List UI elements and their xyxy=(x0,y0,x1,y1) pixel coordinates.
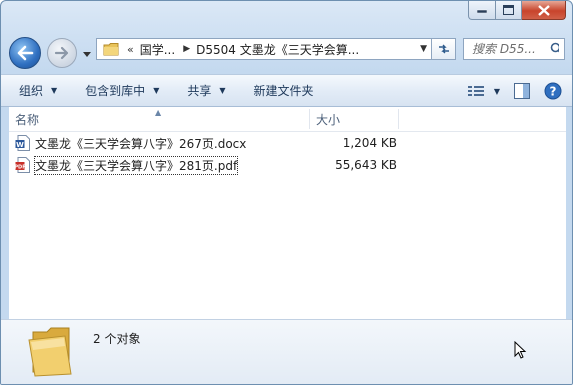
breadcrumb-separator-icon[interactable]: ▶ xyxy=(183,44,190,54)
chevron-down-icon: ▼ xyxy=(51,86,58,95)
svg-text:?: ? xyxy=(550,85,557,99)
share-menu[interactable]: 共享 ▼ xyxy=(181,79,231,103)
new-folder-label: 新建文件夹 xyxy=(253,84,314,98)
breadcrumb-parent[interactable]: 国学... xyxy=(140,41,175,58)
column-divider[interactable] xyxy=(398,109,399,129)
magnifier-icon[interactable] xyxy=(550,42,559,56)
include-in-library-label: 包含到库中 xyxy=(85,84,146,98)
new-folder-button[interactable]: 新建文件夹 xyxy=(248,79,320,103)
share-label: 共享 xyxy=(187,84,212,98)
svg-text:PDF: PDF xyxy=(15,165,26,171)
close-icon xyxy=(537,4,550,16)
file-name: 文墨龙《三天学会算八字》267页.docx xyxy=(35,136,247,151)
command-bar: 组织 ▼ 包含到库中 ▼ 共享 ▼ 新建文件夹 ▼ ? xyxy=(1,74,572,107)
maximize-button[interactable] xyxy=(496,1,522,20)
chevron-down-icon xyxy=(83,51,91,57)
word-document-icon: W xyxy=(15,135,30,151)
maximize-icon xyxy=(503,5,514,15)
address-dropdown-icon[interactable]: ▼ xyxy=(420,44,427,54)
pdf-document-icon: PDF xyxy=(15,157,30,173)
back-arrow-icon xyxy=(17,45,34,61)
refresh-icon xyxy=(438,44,449,54)
caption-buttons xyxy=(468,1,566,20)
navigation-bar: « 国学... ▶ D5504 文墨龙《三天学会算... ▼ xyxy=(1,25,572,73)
refresh-button[interactable] xyxy=(432,38,456,60)
recent-pages-dropdown[interactable] xyxy=(81,49,93,59)
svg-text:W: W xyxy=(16,141,24,149)
column-header-name[interactable]: 名称 xyxy=(15,107,309,131)
column-header-row: ▲ 名称 大小 xyxy=(9,107,566,132)
overflow-chevron[interactable]: « xyxy=(127,43,134,56)
help-button[interactable]: ? xyxy=(544,82,562,100)
chevron-down-icon: ▼ xyxy=(153,86,160,95)
help-icon: ? xyxy=(544,82,562,100)
file-size: 55,643 KB xyxy=(335,158,397,172)
forward-arrow-icon xyxy=(54,46,69,60)
search-input[interactable] xyxy=(472,42,550,56)
folder-icon xyxy=(103,43,119,56)
address-bar[interactable]: « 国学... ▶ D5504 文墨龙《三天学会算... ▼ xyxy=(96,38,432,60)
search-box[interactable] xyxy=(463,38,565,60)
organize-label: 组织 xyxy=(19,84,44,98)
file-list: ▲ 名称 大小 W 文墨龙《三天学会算八字》267页.docx 1,204 KB… xyxy=(9,107,566,319)
file-row[interactable]: PDF 文墨龙《三天学会算八字》281页.pdf 55,643 KB xyxy=(15,155,555,175)
breadcrumb-current[interactable]: D5504 文墨龙《三天学会算... xyxy=(196,41,359,58)
file-row[interactable]: W 文墨龙《三天学会算八字》267页.docx 1,204 KB xyxy=(15,133,555,153)
file-size: 1,204 KB xyxy=(342,136,397,150)
details-pane: 2 个对象 xyxy=(1,319,572,384)
item-count: 2 个对象 xyxy=(93,332,141,346)
view-options-button[interactable]: ▼ xyxy=(467,85,500,97)
explorer-window: « 国学... ▶ D5504 文墨龙《三天学会算... ▼ 组织 ▼ 包含到库… xyxy=(0,0,573,385)
view-options-icon xyxy=(467,86,484,96)
forward-button[interactable] xyxy=(47,38,77,68)
minimize-button[interactable] xyxy=(468,1,496,20)
column-divider[interactable] xyxy=(309,109,310,129)
mouse-cursor-icon xyxy=(514,341,527,359)
chevron-down-icon: ▼ xyxy=(493,86,500,96)
back-button[interactable] xyxy=(9,37,41,69)
organize-menu[interactable]: 组织 ▼ xyxy=(13,79,63,103)
preview-pane-icon xyxy=(514,83,530,99)
chevron-down-icon: ▼ xyxy=(219,86,226,95)
preview-pane-button[interactable] xyxy=(514,83,530,99)
include-in-library-menu[interactable]: 包含到库中 ▼ xyxy=(79,79,165,103)
view-controls: ▼ ? xyxy=(454,79,562,103)
column-header-size[interactable]: 大小 xyxy=(316,107,398,131)
close-button[interactable] xyxy=(522,1,566,20)
folder-icon xyxy=(28,327,72,377)
minimize-icon xyxy=(477,9,487,13)
file-name: 文墨龙《三天学会算八字》281页.pdf xyxy=(33,155,239,175)
